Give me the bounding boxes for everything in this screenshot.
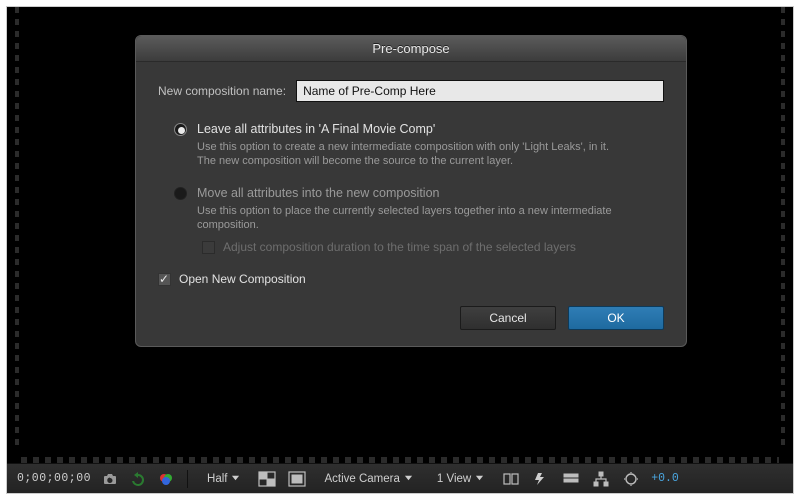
radio-move[interactable]	[174, 187, 187, 200]
option-leave-attributes[interactable]: Leave all attributes in 'A Final Movie C…	[174, 122, 664, 168]
take-snapshot-icon[interactable]	[101, 470, 119, 488]
views-dropdown[interactable]: 1 View	[430, 469, 491, 489]
resolution-dropdown[interactable]: Half	[200, 469, 247, 489]
adjust-duration-row: Adjust composition duration to the time …	[202, 240, 664, 254]
open-new-label: Open New Composition	[179, 272, 306, 286]
cancel-button[interactable]: Cancel	[460, 306, 556, 330]
chevron-down-icon	[231, 473, 240, 485]
dialog-body: New composition name: Leave all attribut…	[136, 62, 686, 346]
show-snapshot-icon[interactable]	[129, 470, 147, 488]
transparency-grid-icon[interactable]	[257, 470, 277, 488]
precompose-dialog: Pre-compose New composition name: Leave …	[135, 35, 687, 347]
separator	[187, 470, 188, 488]
fast-previews-icon[interactable]	[531, 470, 551, 488]
dialog-button-row: Cancel OK	[158, 300, 664, 330]
dialog-titlebar: Pre-compose	[136, 36, 686, 62]
radio-leave[interactable]	[174, 123, 187, 136]
adjust-duration-label: Adjust composition duration to the time …	[223, 240, 576, 254]
option-move-desc: Use this option to place the currently s…	[197, 204, 627, 232]
chevron-down-icon	[475, 473, 484, 485]
ruler-left	[15, 7, 19, 445]
camera-label: Active Camera	[324, 473, 399, 485]
adjust-duration-checkbox	[202, 241, 215, 254]
viewer-panel: Pre-compose New composition name: Leave …	[6, 6, 794, 494]
flowchart-icon[interactable]	[591, 470, 611, 488]
viewer-status-bar: 0;00;00;00 Half	[7, 463, 793, 493]
open-new-checkbox[interactable]	[158, 273, 171, 286]
option-leave-head[interactable]: Leave all attributes in 'A Final Movie C…	[174, 122, 664, 136]
mask-visibility-icon[interactable]	[287, 470, 307, 488]
option-leave-desc: Use this option to create a new intermed…	[197, 140, 627, 168]
name-label: New composition name:	[158, 84, 286, 98]
cancel-button-label: Cancel	[489, 311, 526, 325]
chevron-down-icon	[404, 473, 413, 485]
dialog-title: Pre-compose	[372, 41, 449, 56]
channels-icon[interactable]	[157, 470, 175, 488]
ruler-right	[781, 7, 785, 445]
resolution-label: Half	[207, 473, 227, 485]
reset-exposure-icon[interactable]	[621, 470, 641, 488]
timeline-button-icon[interactable]	[561, 470, 581, 488]
pixel-aspect-icon[interactable]	[501, 470, 521, 488]
camera-dropdown[interactable]: Active Camera	[317, 469, 419, 489]
app-frame: Pre-compose New composition name: Leave …	[0, 0, 800, 500]
views-label: 1 View	[437, 473, 471, 485]
exposure-readout[interactable]: +0.0	[651, 472, 679, 485]
open-new-composition-row[interactable]: Open New Composition	[158, 272, 664, 286]
ok-button-label: OK	[607, 311, 624, 325]
timecode-readout[interactable]: 0;00;00;00	[17, 472, 91, 485]
option-move-attributes[interactable]: Move all attributes into the new composi…	[174, 186, 664, 254]
ok-button[interactable]: OK	[568, 306, 664, 330]
name-row: New composition name:	[158, 80, 664, 102]
option-leave-label: Leave all attributes in 'A Final Movie C…	[197, 122, 435, 136]
option-move-head[interactable]: Move all attributes into the new composi…	[174, 186, 664, 200]
option-move-label: Move all attributes into the new composi…	[197, 186, 440, 200]
composition-name-input[interactable]	[296, 80, 664, 102]
